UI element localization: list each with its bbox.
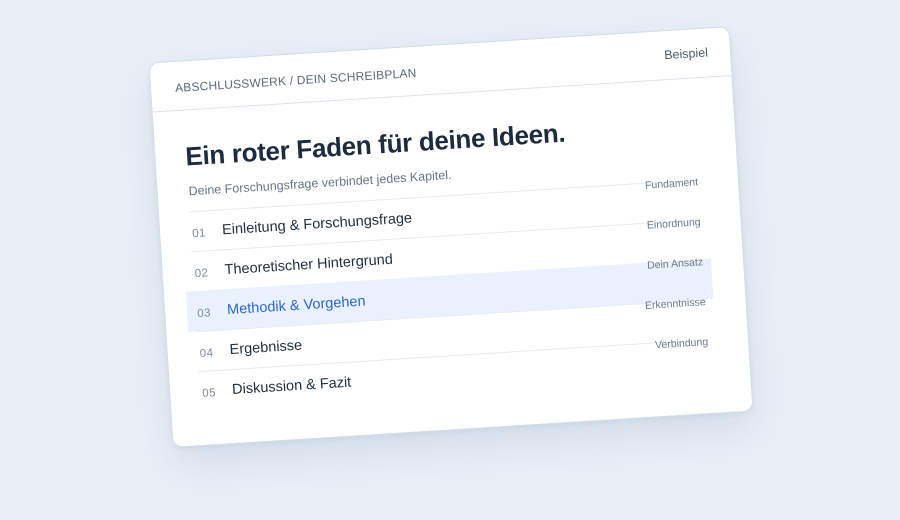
page-subtitle: Deine Forschungsfrage verbindet jedes Ka… [188,167,452,199]
writing-plan-card: ABSCHLUSSWERK / DEIN SCHREIBPLAN Beispie… [148,26,754,448]
page-title: Ein roter Faden für deine Ideen. [184,117,567,172]
chapter-title: Diskussion & Fazit [231,374,352,399]
chapter-number: 02 [194,267,209,281]
chapter-tag: Verbindung [654,336,709,352]
chapter-tag: Erkenntnisse [644,296,706,312]
chapter-number: 03 [196,307,212,321]
chapter-title: Theoretischer Hintergrund [224,251,394,279]
chapter-tag: Fundament [644,176,699,192]
chapter-list: 01 Einleitung & Forschungsfrage Fundamen… [185,176,714,412]
breadcrumb: ABSCHLUSSWERK / DEIN SCHREIBPLAN [174,65,417,96]
chapter-title: Einleitung & Forschungsfrage [221,210,413,239]
example-link[interactable]: Beispiel [664,46,709,63]
chapter-title: Methodik & Vorgehen [226,293,367,319]
chapter-tag: Dein Ansatz [646,256,704,272]
chapter-title: Ergebnisse [229,337,303,359]
chapter-tag: Einordnung [646,216,701,232]
chapter-number: 05 [201,387,217,400]
page-background: ABSCHLUSSWERK / DEIN SCHREIBPLAN Beispie… [0,0,900,520]
chapter-number: 04 [199,347,214,360]
chapter-number: 01 [191,227,207,241]
card-header: ABSCHLUSSWERK / DEIN SCHREIBPLAN Beispie… [149,27,732,113]
